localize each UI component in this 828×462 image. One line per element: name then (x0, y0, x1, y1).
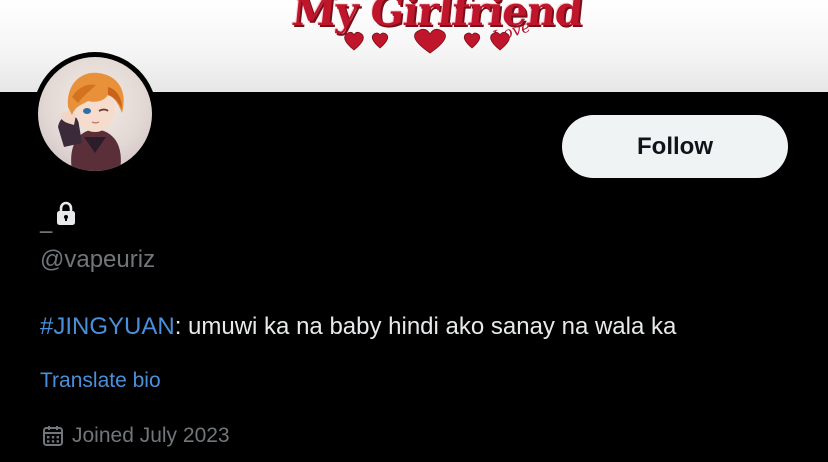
translate-bio-link[interactable]: Translate bio (40, 369, 161, 393)
user-handle: @vapeuriz (40, 246, 156, 273)
calendar-icon (43, 426, 63, 446)
joined-date: Joined July 2023 (72, 424, 230, 447)
profile-bio: #JINGYUAN: umuwi ka na baby hindi ako sa… (40, 313, 676, 341)
display-name-row: _ (40, 198, 78, 234)
bio-text: : umuwi ka na baby hindi ako sanay na wa… (174, 313, 677, 340)
follow-button[interactable]: Follow (562, 115, 788, 178)
avatar[interactable] (33, 52, 157, 176)
banner-logo: My Girlfriend Love (280, 0, 585, 58)
hearts-decoration-icon (344, 28, 510, 54)
joined-date-row: Joined July 2023 (42, 424, 230, 448)
bio-hashtag-link[interactable]: #JINGYUAN (40, 313, 175, 340)
display-name: _ (40, 210, 53, 235)
lock-icon (57, 201, 76, 225)
avatar-image (38, 57, 152, 171)
